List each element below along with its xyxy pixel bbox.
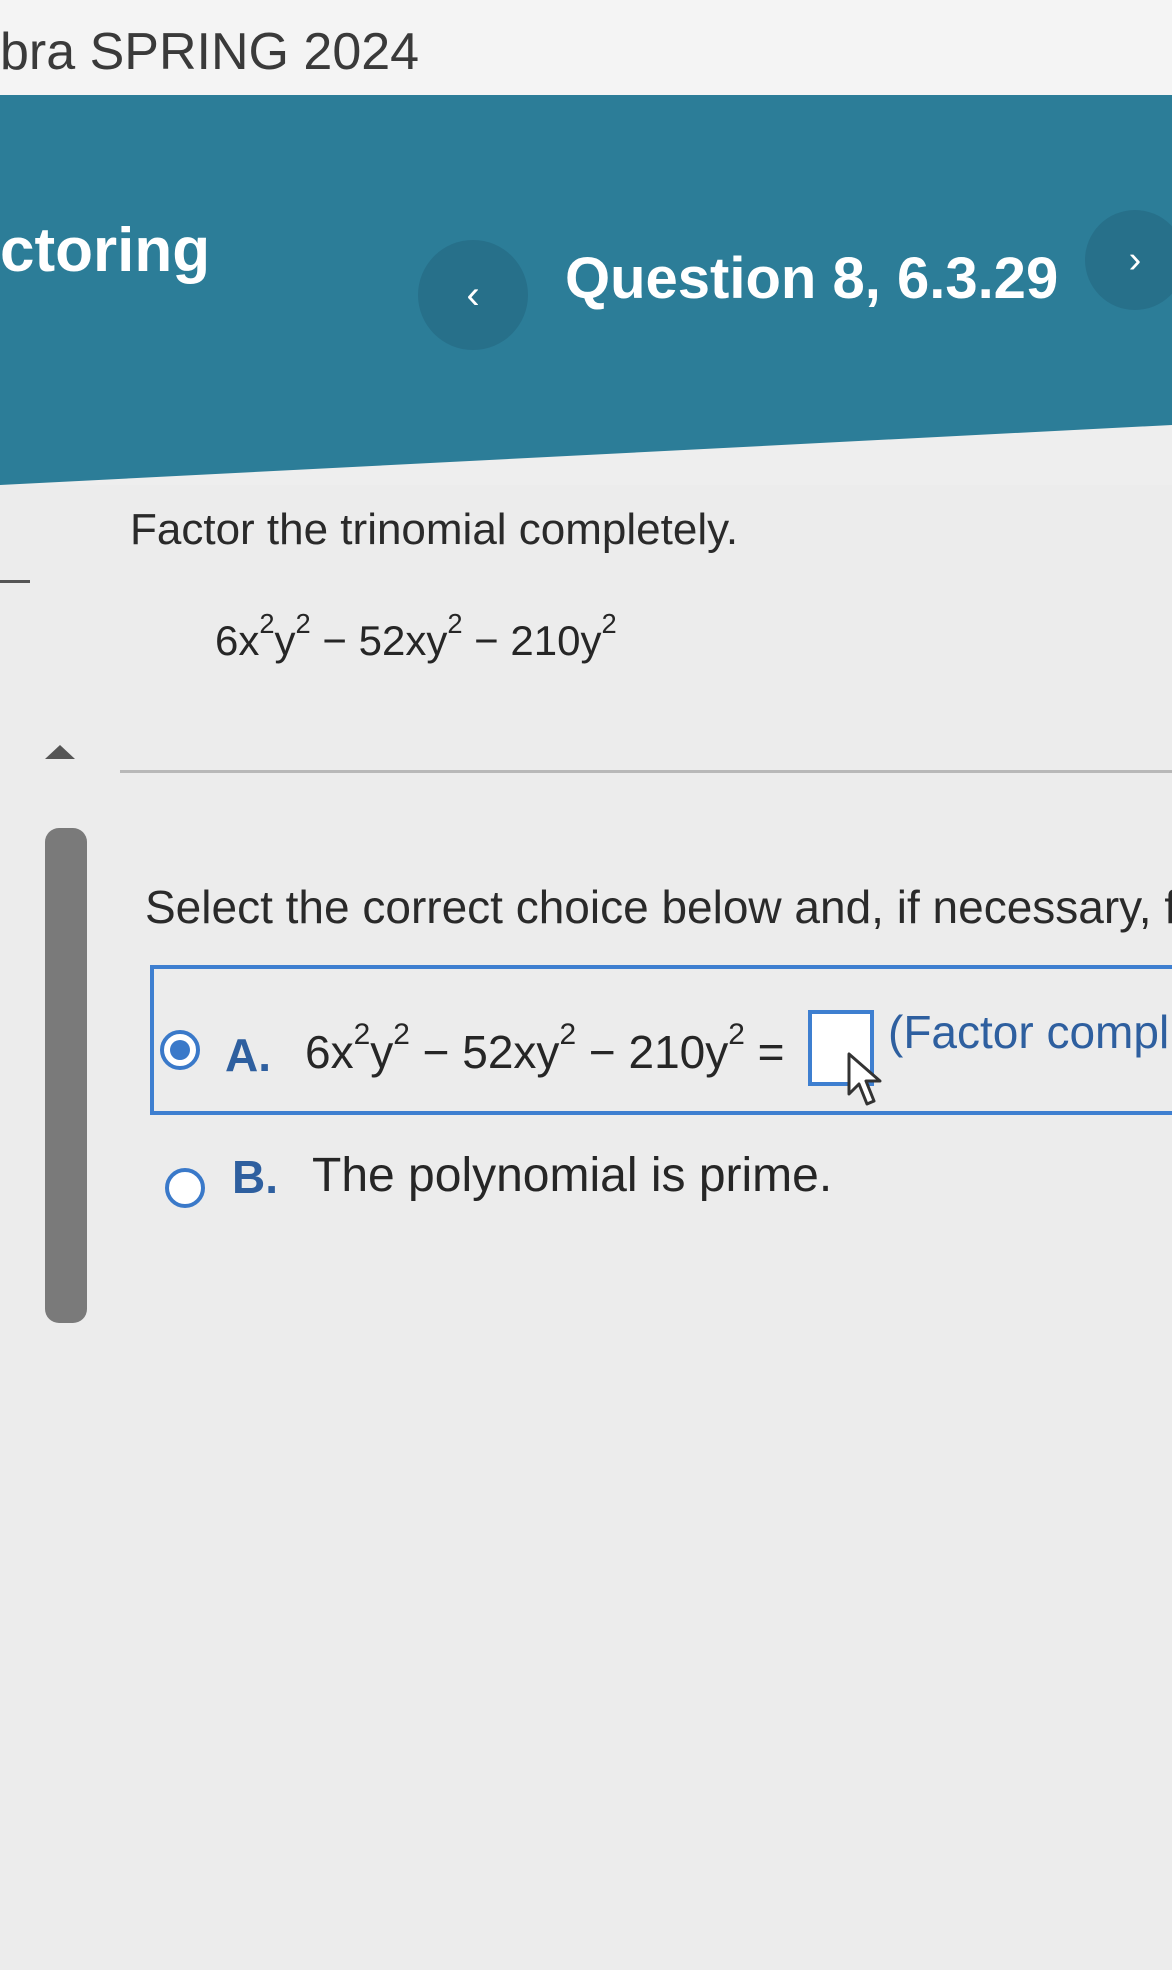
previous-question-button[interactable]: ‹: [418, 240, 528, 350]
problem-expression: 6x2y2 − 52xy2 − 210y2: [215, 608, 617, 664]
course-header-strip: bra SPRING 2024: [0, 0, 1172, 95]
question-content: [0, 485, 1172, 1970]
section-title: ctoring: [0, 216, 211, 285]
next-question-button[interactable]: ›: [1085, 210, 1172, 310]
choice-a-hint: (Factor compl: [888, 1006, 1170, 1058]
question-label: Question 8, 6.3.29: [565, 246, 1059, 311]
sidebar-rule: [0, 580, 30, 583]
choice-b-text: The polynomial is prime.: [312, 1149, 833, 1202]
mouse-cursor-icon: [847, 1052, 882, 1106]
chevron-right-icon: ›: [1128, 238, 1142, 281]
header-divider-shape: [0, 425, 1172, 485]
choice-b-radio[interactable]: [165, 1168, 205, 1208]
choice-b-letter: B.: [232, 1151, 278, 1203]
problem-instruction: Factor the trinomial completely.: [130, 505, 739, 554]
choice-a-expression: 6x2y2 − 52xy2 − 210y2 =: [305, 1018, 785, 1078]
question-header: ctoring ‹ Question 8, 6.3.29 ›: [0, 95, 1172, 485]
choice-prompt: Select the correct choice below and, if …: [145, 881, 1172, 933]
course-title: bra SPRING 2024: [0, 23, 420, 81]
choice-a-radio[interactable]: [160, 1030, 200, 1070]
scrollbar-thumb[interactable]: [45, 828, 87, 1323]
choice-a-letter: A.: [225, 1029, 271, 1081]
chevron-left-icon: ‹: [466, 272, 480, 317]
radio-selected-dot: [170, 1040, 190, 1060]
section-divider: [120, 770, 1172, 773]
scroll-up-arrow-icon[interactable]: [45, 745, 75, 759]
